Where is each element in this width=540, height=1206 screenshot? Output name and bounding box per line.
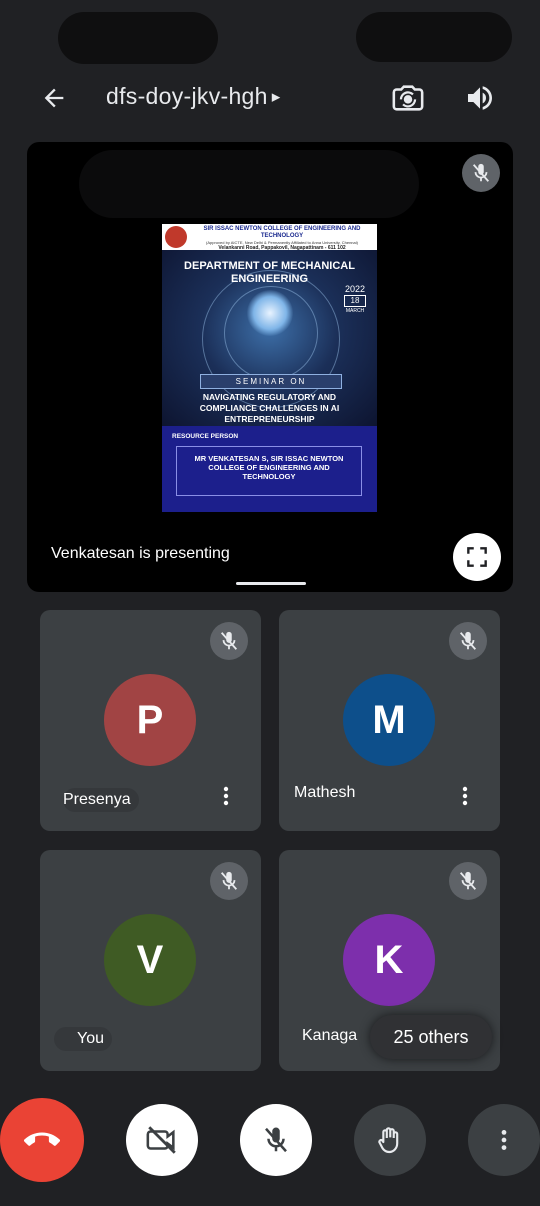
shared-poster: SIR ISSAC NEWTON COLLEGE OF ENGINEERING … [162,224,377,512]
participant-mute-badge [210,622,248,660]
lightbulb-graphic [247,290,293,336]
arrow-back-icon [44,88,64,108]
resource-person-label: RESOURCE PERSON [172,433,239,440]
audio-output-button[interactable] [458,76,502,120]
seminar-topic: NAVIGATING REGULATORY AND COMPLIANCE CHA… [199,392,340,424]
end-call-button[interactable] [0,1098,84,1182]
more-vert-icon [462,786,468,806]
back-button[interactable] [34,78,74,118]
poster-footer: RESOURCE PERSON MR VENKATESAN S, SIR ISS… [162,426,377,512]
participant-mute-badge [449,622,487,660]
mic-off-icon [472,163,490,182]
videocam-off-icon [146,1126,176,1154]
redacted-stage-top [79,150,419,218]
participant-name: You [54,1027,112,1051]
more-vert-icon [223,786,229,806]
raise-hand-button[interactable] [354,1104,426,1176]
mic-off-icon [220,871,238,890]
participant-more-options-button[interactable] [451,782,479,810]
participant-mute-badge [210,862,248,900]
participant-mute-badge [449,862,487,900]
avatar: P [104,674,196,766]
stage-mute-badge [462,154,500,192]
presenting-label: Venkatesan is presenting [51,545,230,562]
avatar: K [343,914,435,1006]
redacted-status-left [58,12,218,64]
seminar-label: SEMINAR ON [200,374,342,389]
more-options-button[interactable] [468,1104,540,1176]
department-title: DEPARTMENT OF MECHANICAL ENGINEERING [184,260,355,285]
mic-off-icon [220,631,238,650]
participant-tile-presenya[interactable]: P Presenya [40,610,261,831]
resource-person-details: MR VENKATESAN S, SIR ISSAC NEWTON COLLEG… [176,446,362,496]
participant-tile-you[interactable]: V You [40,850,261,1071]
others-button[interactable]: 25 others [370,1015,492,1059]
college-logo [165,226,187,248]
avatar: M [343,674,435,766]
meeting-code-title[interactable]: dfs-doy-jkv-hgh ▸ [106,83,281,110]
camera-toggle-button[interactable] [126,1104,198,1176]
switch-camera-button[interactable] [386,76,430,120]
fullscreen-button[interactable] [453,533,501,581]
poster-header: SIR ISSAC NEWTON COLLEGE OF ENGINEERING … [162,224,377,251]
call-end-icon [24,1132,60,1146]
switch-camera-icon [392,85,424,111]
mic-off-icon [459,631,477,650]
college-name: SIR ISSAC NEWTON COLLEGE OF ENGINEERING … [203,226,361,239]
stage-drag-handle[interactable] [236,582,306,585]
microphone-toggle-button[interactable] [240,1104,312,1176]
volume-up-icon [468,86,492,110]
fullscreen-icon [467,547,487,567]
more-vert-icon [501,1130,507,1150]
mic-off-icon [265,1127,287,1153]
participant-name: Kanaga [302,1027,358,1044]
participant-more-options-button[interactable] [212,782,240,810]
participant-tile-mathesh[interactable]: M Mathesh [279,610,500,831]
hand-icon [378,1127,399,1154]
redacted-status-right [356,12,512,62]
avatar: V [104,914,196,1006]
participant-name: Mathesh [294,784,356,801]
seminar-date: 2022 18 MARCH [344,284,366,314]
participant-name: Presenya [63,788,139,812]
mic-off-icon [459,871,477,890]
meeting-code: dfs-doy-jkv-hgh [106,83,268,109]
meeting-info-caret: ▸ [271,86,281,106]
poster-artwork: DEPARTMENT OF MECHANICAL ENGINEERING 202… [162,250,377,426]
